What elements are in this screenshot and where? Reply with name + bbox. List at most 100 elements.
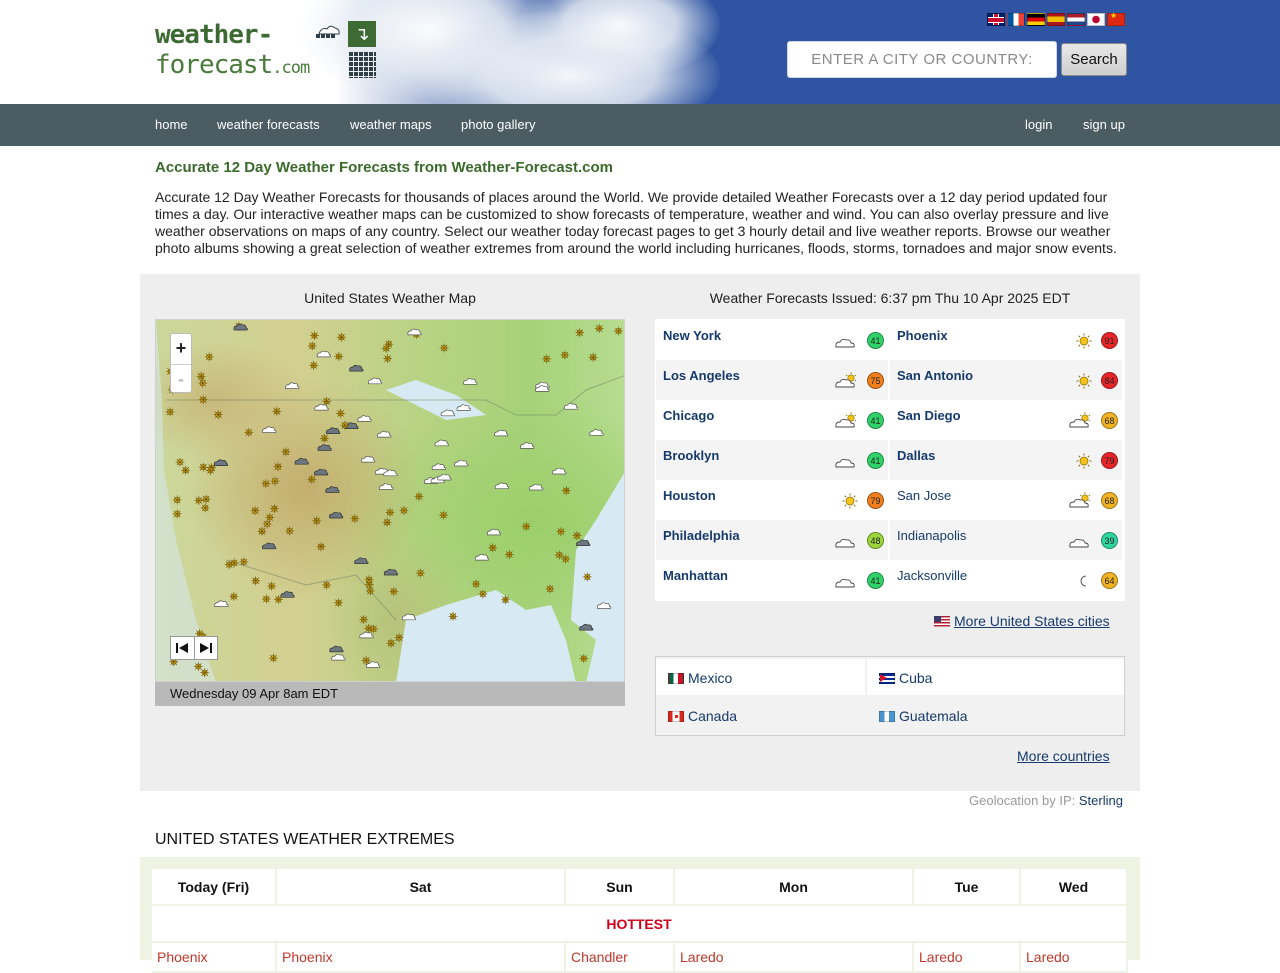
day-header: Sat (277, 869, 566, 906)
country-label: Mexico (688, 670, 733, 686)
canada-flag-icon (668, 711, 684, 722)
city-forecast-cell[interactable]: San Diego 68 (890, 400, 1122, 440)
nav-weather-maps[interactable]: weather maps (350, 117, 432, 132)
country-list: Mexico Cuba Canada Guatemala (655, 656, 1125, 736)
city-link[interactable]: Phoenix (897, 328, 948, 343)
city-forecast-cell[interactable]: Dallas 79 (890, 440, 1122, 480)
hottest-place-link[interactable]: Chandler (566, 943, 675, 973)
city-forecast-cell[interactable]: Chicago 41 (656, 400, 888, 440)
de-flag-icon[interactable] (1027, 13, 1045, 26)
partly-cloudy-icon (835, 372, 857, 388)
partly-cloudy-icon (835, 412, 857, 428)
day-header: Mon (675, 869, 914, 906)
map-title: United States Weather Map (304, 290, 476, 306)
nl-flag-icon[interactable] (1067, 13, 1085, 26)
country-cuba[interactable]: Cuba (867, 659, 1124, 695)
geolocation-place-link[interactable]: Sterling (1079, 793, 1123, 808)
hottest-place-link[interactable]: Laredo (675, 943, 914, 973)
city-forecast-cell[interactable]: Indianapolis 39 (890, 520, 1122, 560)
city-forecast-cell[interactable]: Brooklyn 41 (656, 440, 888, 480)
uk-flag-icon[interactable] (987, 13, 1005, 26)
nav-weather-forecasts[interactable]: weather forecasts (217, 117, 320, 132)
temperature-badge: 48 (867, 532, 884, 549)
temperature-badge: 39 (1101, 532, 1118, 549)
logo-text-line2: forecast.com (155, 50, 310, 80)
temperature-badge: 84 (1101, 372, 1118, 389)
extremes-header-row: Today (Fri) Sat Sun Mon Tue Wed (152, 869, 1128, 906)
sun-icon (1076, 333, 1092, 349)
more-countries-link[interactable]: More countries (1017, 748, 1110, 764)
more-us-cities[interactable]: More United States cities (934, 613, 1110, 629)
step-forward-button[interactable] (193, 637, 217, 659)
weather-map[interactable] (155, 319, 625, 682)
hottest-place-link[interactable]: Phoenix (152, 943, 277, 973)
country-canada[interactable]: Canada (656, 697, 865, 733)
city-link[interactable]: New York (663, 328, 721, 343)
map-time-control (170, 636, 218, 660)
partly-cloudy-icon (1069, 412, 1091, 428)
city-forecast-cell[interactable]: Jacksonville 64 (890, 560, 1122, 600)
cloud-icon (835, 338, 855, 348)
jp-flag-icon[interactable] (1087, 13, 1105, 26)
hottest-place-link[interactable]: Laredo (1021, 943, 1128, 973)
country-guatemala[interactable]: Guatemala (867, 697, 1124, 733)
forecast-issued-time: Weather Forecasts Issued: 6:37 pm Thu 10… (709, 290, 1071, 306)
fr-flag-icon[interactable] (1007, 13, 1025, 26)
logo-text-line1: weather- (155, 20, 273, 50)
city-forecast-cell[interactable]: New York 41 (656, 320, 888, 360)
city-forecast-cell[interactable]: San Jose 68 (890, 480, 1122, 520)
hottest-row: HOTTEST (152, 906, 1128, 943)
city-forecast-cell[interactable]: Manhattan 41 (656, 560, 888, 600)
city-forecast-cell[interactable]: Philadelphia 48 (656, 520, 888, 560)
zoom-in-button[interactable]: + (171, 334, 191, 364)
logo-text-com: .com (272, 58, 310, 78)
map-zoom-control: + - (170, 333, 192, 393)
search-input[interactable] (787, 41, 1057, 78)
day-header: Tue (914, 869, 1021, 906)
step-back-button[interactable] (171, 637, 194, 659)
day-header: Wed (1021, 869, 1128, 906)
temperature-badge: 75 (867, 372, 884, 389)
nav-home[interactable]: home (155, 117, 188, 132)
site-logo[interactable]: weather- forecast.com ↴ (155, 18, 380, 82)
city-link[interactable]: San Diego (897, 408, 961, 423)
city-forecast-cell[interactable]: Houston 79 (656, 480, 888, 520)
nav-photo-gallery[interactable]: photo gallery (461, 117, 535, 132)
city-link[interactable]: Dallas (897, 448, 935, 463)
moon-icon (1080, 575, 1087, 587)
city-link[interactable]: Indianapolis (897, 528, 966, 543)
temperature-badge: 68 (1101, 492, 1118, 509)
intro-paragraph: Accurate 12 Day Weather Forecasts for th… (155, 189, 1117, 256)
hottest-place-link[interactable]: Laredo (914, 943, 1021, 973)
city-forecast-cell[interactable]: Los Angeles 75 (656, 360, 888, 400)
city-link[interactable]: San Jose (897, 488, 951, 503)
hottest-place-link[interactable]: Phoenix (277, 943, 566, 973)
temperature-badge: 68 (1101, 412, 1118, 429)
cn-flag-icon[interactable] (1107, 11, 1125, 26)
es-flag-icon[interactable] (1047, 13, 1065, 26)
nav-sign-up[interactable]: sign up (1083, 117, 1125, 132)
partly-cloudy-icon (1069, 492, 1091, 508)
temperature-badge: 41 (867, 452, 884, 469)
city-link[interactable]: Manhattan (663, 568, 728, 583)
zoom-out-button[interactable]: - (171, 364, 191, 394)
city-link[interactable]: Jacksonville (897, 568, 967, 583)
city-link[interactable]: Los Angeles (663, 368, 740, 383)
city-link[interactable]: Philadelphia (663, 528, 740, 543)
temperature-badge: 64 (1101, 572, 1118, 589)
search-button[interactable]: Search (1061, 43, 1127, 76)
city-link[interactable]: Brooklyn (663, 448, 719, 463)
city-link[interactable]: San Antonio (897, 368, 973, 383)
logo-grid-icon (348, 51, 376, 78)
country-mexico[interactable]: Mexico (656, 659, 865, 695)
city-forecast-list: New York 41 Phoenix 91 Los Angeles 75 San Anto… (655, 319, 1125, 601)
city-link[interactable]: Chicago (663, 408, 714, 423)
day-header: Sun (566, 869, 675, 906)
city-forecast-cell[interactable]: San Antonio 84 (890, 360, 1122, 400)
nav-login[interactable]: login (1025, 117, 1052, 132)
cloud-icon (835, 578, 855, 588)
city-link[interactable]: Houston (663, 488, 716, 503)
map-icons-layer (165, 321, 623, 678)
more-us-cities-link[interactable]: More United States cities (954, 613, 1110, 629)
city-forecast-cell[interactable]: Phoenix 91 (890, 320, 1122, 360)
